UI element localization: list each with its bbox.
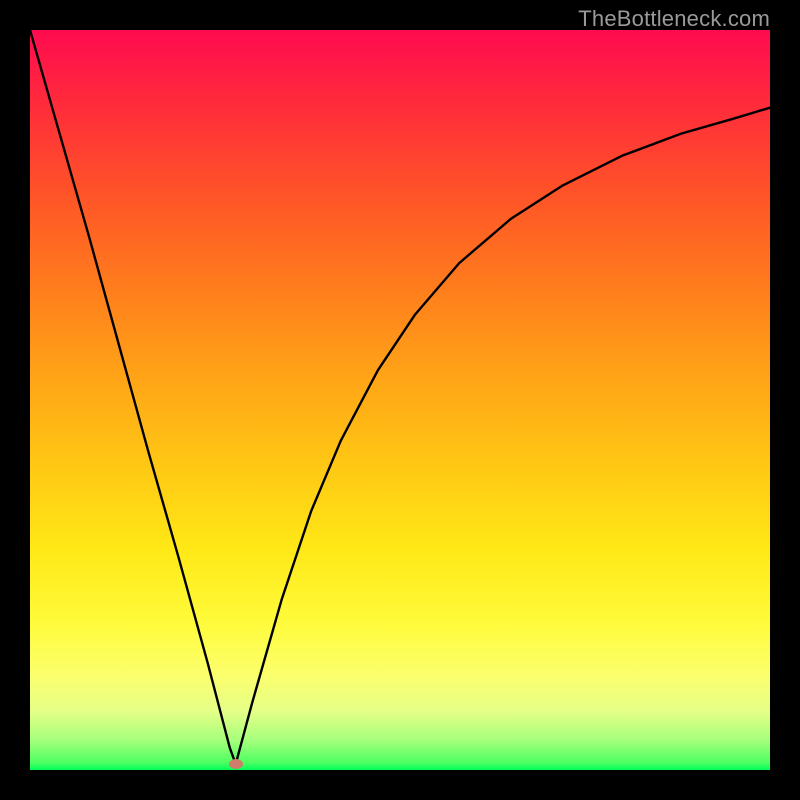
chart-stage: TheBottleneck.com: [0, 0, 800, 800]
watermark-text: TheBottleneck.com: [578, 6, 770, 32]
minimum-marker: [229, 759, 243, 769]
curve-path: [30, 30, 770, 764]
bottleneck-curve: [30, 30, 770, 770]
plot-area: [30, 30, 770, 770]
